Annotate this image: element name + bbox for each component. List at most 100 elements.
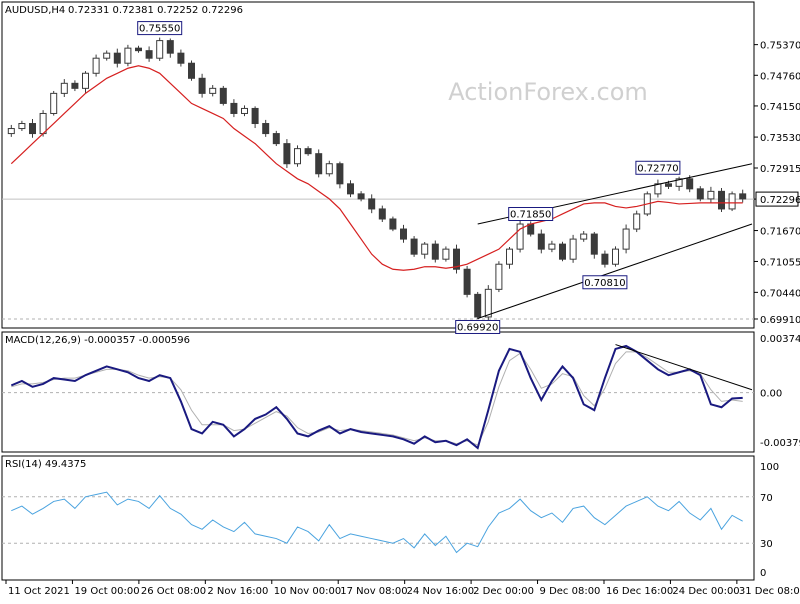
candle-body — [357, 193, 365, 200]
candle-body — [294, 148, 301, 165]
watermark: ActionForex.com — [448, 78, 648, 106]
rsi-title: RSI(14) 49.4375 — [5, 459, 86, 470]
candle-body — [389, 218, 397, 230]
candle-body — [177, 52, 185, 64]
candle-body — [718, 190, 725, 210]
candle-body — [103, 52, 111, 59]
candle-body — [506, 248, 513, 265]
macd-tick-label: 0.003749 — [760, 334, 800, 345]
candle-body — [135, 47, 142, 52]
candle-body — [262, 123, 270, 135]
candle-body — [410, 238, 418, 255]
candle-body — [559, 243, 566, 260]
candle-body — [156, 40, 164, 59]
candle-body — [272, 133, 280, 145]
candle-body — [580, 233, 588, 240]
time-tick-label: 16 Dec 16:00 — [606, 586, 673, 597]
candle-body — [29, 123, 36, 135]
candle-body — [495, 263, 503, 290]
candle-body — [166, 40, 174, 54]
candle-body — [601, 253, 609, 265]
rsi-indicator: 100 70 30 0 — [2, 462, 779, 579]
annotation-label: 0.75550 — [139, 24, 180, 35]
candle-body — [590, 233, 598, 255]
candle-body — [7, 128, 15, 135]
price-tick-label: 0.71670 — [760, 227, 800, 238]
candle-body — [665, 183, 672, 187]
candle-body — [113, 52, 121, 64]
candle-body — [325, 163, 333, 175]
candle-body — [537, 233, 545, 250]
candle-body — [378, 208, 386, 220]
price-annotations: 0.75550 0.71850 0.69920 0.70810 0.72770 — [137, 21, 681, 334]
candle-body — [463, 268, 471, 295]
macd-title: MACD(12,26,9) -0.000357 -0.000596 — [5, 335, 190, 346]
candle-body — [60, 82, 68, 94]
time-tick-label: 17 Nov 08:00 — [340, 586, 407, 597]
rsi-panel-frame — [1, 455, 755, 581]
price-tick-label: 0.71055 — [760, 257, 800, 268]
candle-body — [548, 243, 556, 250]
time-tick-label: 2 Dec 00:00 — [473, 586, 534, 597]
time-tick-label: 31 Dec 08:00 — [739, 586, 800, 597]
candle-body — [283, 143, 291, 165]
candle-body — [304, 148, 312, 155]
candle-body — [92, 57, 100, 74]
rsi-tick-label: 100 — [760, 462, 779, 473]
annotation-label: 0.72770 — [637, 163, 678, 174]
time-tick-label: 24 Dec 00:00 — [672, 586, 739, 597]
candle-body — [18, 123, 26, 130]
candle-body — [336, 163, 344, 185]
candle-body — [124, 47, 132, 64]
time-tick-label: 11 Oct 2021 — [8, 586, 70, 597]
candle-body — [400, 228, 407, 240]
symbol-label: AUDUSD,H4 — [5, 5, 65, 16]
chart-window: ActionForex.com AUDUSD,H4 0.72331 0.7238… — [0, 0, 800, 600]
rsi-tick-label: 0 — [760, 568, 766, 579]
time-tick-label: 2 Nov 16:00 — [207, 586, 268, 597]
price-tick-label: 0.70440 — [760, 288, 800, 299]
candle-body — [431, 243, 439, 260]
candle-body — [696, 188, 704, 200]
time-tick-label: 10 Nov 00:00 — [274, 586, 341, 597]
candle-body — [315, 153, 323, 175]
candle-body — [219, 87, 227, 104]
candle-body — [622, 228, 630, 250]
candle-body — [71, 82, 79, 89]
candle-body — [39, 112, 47, 135]
candle-body — [739, 193, 747, 200]
price-axis: 0.75370 0.74760 0.74150 0.73530 0.72915 0.722… — [754, 41, 800, 326]
rsi-tick-label: 70 — [760, 493, 773, 504]
annotation-label: 0.69920 — [457, 322, 498, 333]
macd-tick-label: 0.00 — [760, 389, 782, 400]
candle-body — [82, 72, 89, 89]
candle-body — [421, 243, 429, 255]
macd-signal-line — [11, 351, 743, 446]
candle-body — [728, 193, 736, 210]
macd-trend-line — [615, 344, 753, 391]
candle-body — [633, 213, 641, 230]
candle-body — [50, 92, 58, 114]
macd-tick-label: -0.003796 — [760, 438, 800, 449]
time-axis: 11 Oct 2021 19 Oct 00:00 26 Oct 08:00 2 Nov… — [5, 580, 800, 597]
candle-body — [484, 288, 492, 318]
candle-body — [686, 178, 694, 190]
candle-body — [251, 107, 259, 125]
candle-body — [368, 198, 376, 210]
candle-body — [209, 87, 217, 94]
annotation-label: 0.70810 — [584, 278, 625, 289]
price-tick-label: 0.72915 — [760, 164, 800, 175]
candle-body — [612, 248, 619, 265]
price-grid — [2, 198, 754, 320]
price-tick-label: 0.74760 — [760, 71, 800, 82]
candle-body — [188, 62, 195, 79]
candle-body — [241, 107, 248, 114]
time-tick-label: 24 Nov 16:00 — [407, 586, 474, 597]
last-price-label: 0.72296 — [760, 195, 800, 206]
ohlc-label: 0.72331 0.72381 0.72252 0.72296 — [68, 5, 243, 16]
candle-body — [145, 50, 153, 59]
chart-svg: ActionForex.com AUDUSD,H4 0.72331 0.7238… — [1, 1, 800, 597]
price-tick-label: 0.74150 — [760, 102, 800, 113]
candle-body — [442, 248, 450, 260]
candle-body — [474, 293, 482, 318]
